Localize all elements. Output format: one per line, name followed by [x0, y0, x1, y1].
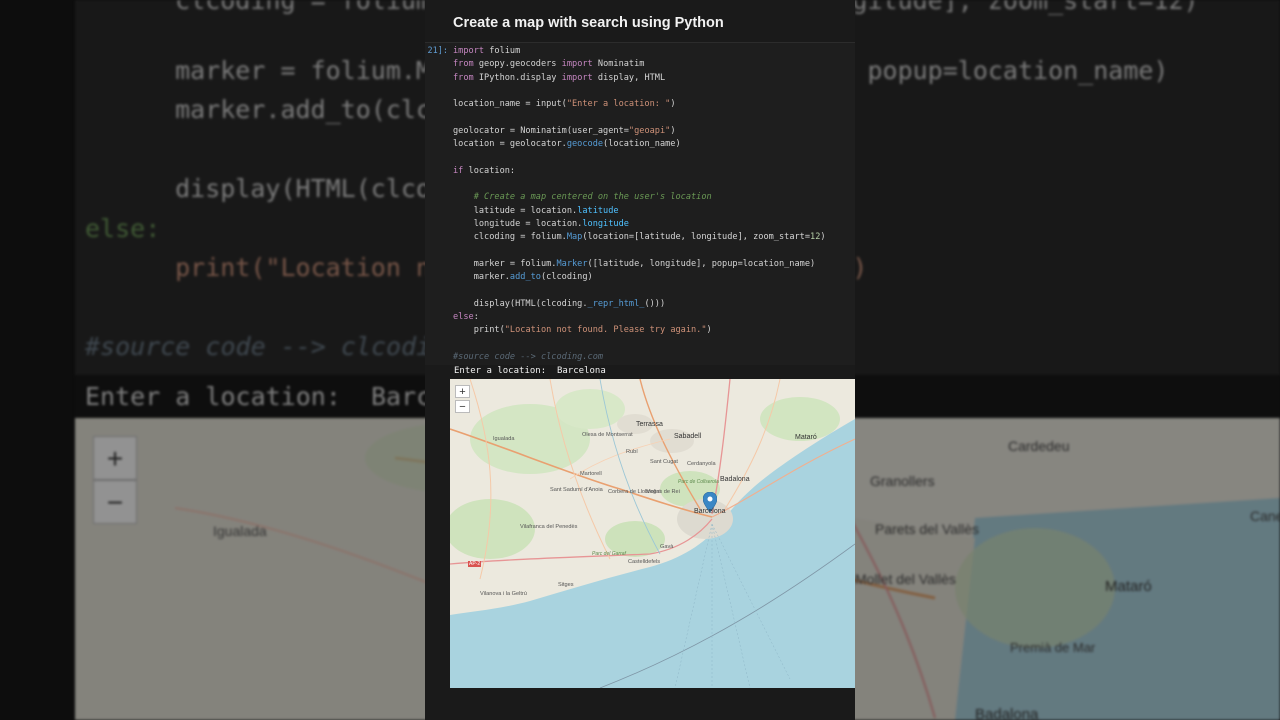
map-label: Badalona: [720, 476, 750, 483]
map-marker-label: Barcelona: [694, 508, 726, 515]
code-cell[interactable]: 21]: import folium from geopy.geocoders …: [425, 42, 855, 365]
map-label: Vilanova i la Geltrú: [480, 591, 527, 597]
input-prompt-value[interactable]: Barcelona: [557, 366, 606, 376]
map-label: Igualada: [493, 436, 515, 442]
zoom-in-button[interactable]: +: [455, 385, 470, 398]
code-line: marker = folium.Marker([latitude, longit…: [453, 258, 816, 269]
bg-map-label: Parets del Vallès: [875, 521, 980, 537]
bg-map-label: Mataró: [1105, 578, 1152, 595]
bg-map-label: Premià de Mar: [1010, 640, 1096, 655]
code-line: else:: [453, 311, 479, 322]
map-label: Mataró: [795, 434, 817, 441]
map-label: Sant Sadurní d'Anoia: [550, 487, 603, 493]
code-line: print("Location not found. Please try ag…: [453, 325, 712, 336]
code-line: location = geolocator.geocode(location_n…: [453, 139, 681, 150]
bg-map-label: Canet: [1250, 508, 1280, 524]
map-label: Rubí: [626, 449, 638, 455]
map-label: Gavà: [660, 544, 674, 550]
code-line: if location:: [453, 165, 516, 176]
map-label: Sabadell: [674, 433, 702, 440]
code-line: from IPython.display import display, HTM…: [453, 72, 666, 83]
bg-map-label: Granollers: [870, 473, 935, 489]
video-card: Create a map with search using Python 21…: [425, 0, 855, 720]
input-prompt-label: Enter a location:: [454, 366, 547, 376]
map-label: Cerdanyola: [687, 461, 716, 467]
map-label: Terrassa: [636, 421, 663, 428]
code-line: latitude = location.latitude: [453, 205, 619, 216]
map-label: Sitges: [558, 582, 574, 588]
map-road-shield: AP-2: [468, 561, 482, 567]
map-park-label: Parc de Collserola: [678, 479, 719, 485]
map-label: Martorell: [580, 471, 602, 477]
bg-zoom-in-button: +: [93, 436, 137, 480]
code-line: location_name = input("Enter a location:…: [453, 99, 676, 110]
code-line: from geopy.geocoders import Nominatim: [453, 59, 645, 70]
page-title: Create a map with search using Python: [453, 15, 724, 31]
folium-map[interactable]: Terrassa Sabadell Mataró Badalona Olesa …: [450, 379, 855, 688]
code-line: display(HTML(clcoding._repr_html_())): [453, 298, 666, 309]
map-label: Sant Cugat: [650, 459, 678, 465]
code-line: #source code --> clcoding.com: [453, 351, 604, 362]
bg-map-label: Igualada: [213, 523, 267, 539]
code-line: import folium: [453, 46, 521, 56]
code-line: geolocator = Nominatim(user_agent="geoap…: [453, 125, 676, 136]
bg-map-label: Cardedeu: [1008, 438, 1070, 454]
map-label: Castelldefels: [628, 559, 661, 565]
bg-code-line: else:: [85, 214, 161, 243]
bg-map-label: Mollet del Vallès: [855, 571, 956, 587]
map-park-label: Parc del Garraf: [592, 551, 626, 557]
map-label: Olesa de Montserrat: [582, 432, 633, 438]
code-line: marker.add_to(clcoding): [453, 272, 593, 283]
bg-map-label: Badalona: [975, 706, 1039, 720]
map-label: Corbera de Llobregat: [608, 489, 661, 495]
code-line: longitude = location.longitude: [453, 218, 629, 229]
zoom-out-button[interactable]: −: [455, 400, 470, 413]
code-line: clcoding = folium.Map(location=[latitude…: [453, 232, 826, 243]
input-prompt-output: Enter a location: Barcelona: [454, 366, 606, 376]
code-editor[interactable]: import folium from geopy.geocoders impor…: [453, 45, 826, 364]
bg-zoom-out-button: −: [93, 480, 137, 524]
cell-prompt-number: 21]:: [427, 46, 448, 56]
code-line: # Create a map centered on the user's lo…: [473, 192, 712, 203]
map-label: Vilafranca del Penedès: [520, 524, 578, 530]
